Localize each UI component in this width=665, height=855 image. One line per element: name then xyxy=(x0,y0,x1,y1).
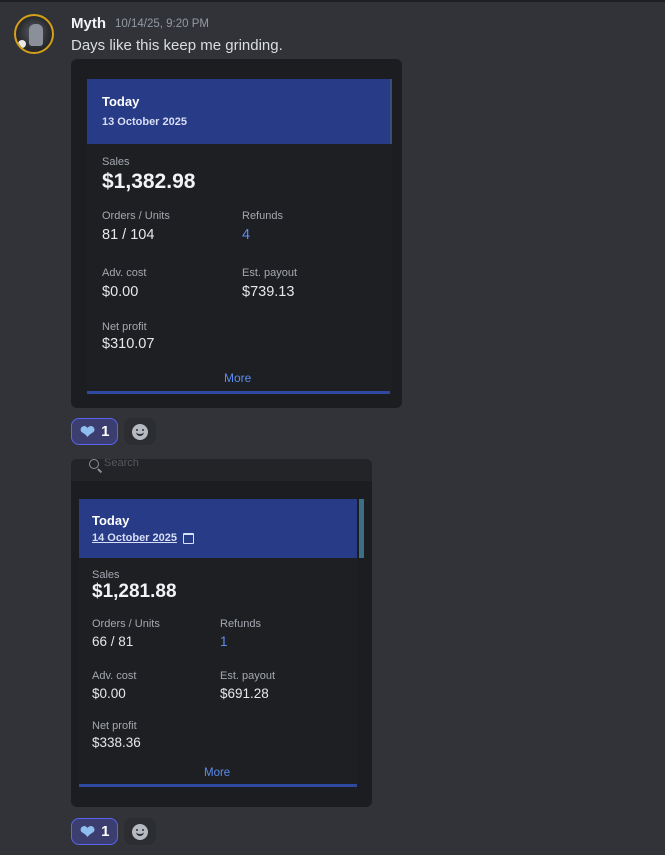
reactions-row: ❤ 1 xyxy=(71,418,157,445)
card-header: Today 14 October 2025 xyxy=(79,499,357,558)
heart-icon: ❤ xyxy=(80,821,96,842)
dashboard-card: Today 14 October 2025 Sales $1,281.88 Or… xyxy=(79,499,357,787)
header-date: 14 October 2025 xyxy=(92,532,194,544)
search-placeholder: Search xyxy=(104,459,139,469)
search-icon xyxy=(89,459,99,469)
orders-label: Orders / Units xyxy=(102,210,170,222)
avatar-figure xyxy=(29,24,43,46)
refunds-label: Refunds xyxy=(242,210,283,222)
calendar-icon xyxy=(183,532,194,544)
more-link: More xyxy=(204,767,231,779)
timestamp: 10/14/25, 9:20 PM xyxy=(115,18,209,30)
sales-value: $1,382.98 xyxy=(102,170,196,193)
net-profit-value: $310.07 xyxy=(102,336,155,352)
heart-icon: ❤ xyxy=(80,421,96,442)
adv-cost-value: $0.00 xyxy=(92,686,126,701)
est-payout-label: Est. payout xyxy=(220,670,276,682)
smile-icon xyxy=(132,823,149,840)
dashboard-card: Today 13 October 2025 Sales $1,382.98 Or… xyxy=(87,79,392,395)
sales-label: Sales xyxy=(92,569,120,581)
adv-cost-label: Adv. cost xyxy=(92,670,137,682)
est-payout-value: $691.28 xyxy=(220,686,269,701)
header-date: 13 October 2025 xyxy=(102,116,187,128)
adv-cost-label: Adv. cost xyxy=(102,267,147,279)
est-payout-label: Est. payout xyxy=(242,267,298,279)
bottom-bar xyxy=(79,784,357,787)
scroll-edge xyxy=(390,79,392,144)
header-title: Today xyxy=(92,513,130,528)
add-reaction-button[interactable] xyxy=(124,418,157,445)
top-divider xyxy=(0,0,665,2)
card-header: Today 13 October 2025 xyxy=(87,79,390,144)
message-text: Days like this keep me grinding. xyxy=(71,37,283,54)
smile-icon xyxy=(132,423,149,440)
image-attachment-2[interactable]: Search Today 14 October 2025 Sales $1,28… xyxy=(71,459,372,807)
orders-label: Orders / Units xyxy=(92,618,160,630)
more-link: More xyxy=(224,371,252,385)
net-profit-label: Net profit xyxy=(92,720,137,732)
refunds-value: 4 xyxy=(242,227,251,243)
sales-value: $1,281.88 xyxy=(92,581,177,602)
avatar-accent xyxy=(18,40,26,48)
reactions-row: ❤ 1 xyxy=(71,818,157,845)
net-profit-value: $338.36 xyxy=(92,735,141,750)
reaction-heart[interactable]: ❤ 1 xyxy=(71,818,119,845)
refunds-label: Refunds xyxy=(220,618,261,630)
refunds-value: 1 xyxy=(220,634,228,649)
bottom-bar xyxy=(87,391,390,394)
orders-value: 81 / 104 xyxy=(102,227,155,243)
est-payout-value: $739.13 xyxy=(242,284,295,300)
reaction-heart[interactable]: ❤ 1 xyxy=(71,418,119,445)
username[interactable]: Myth xyxy=(71,15,106,32)
reaction-count: 1 xyxy=(101,823,110,840)
sales-label: Sales xyxy=(102,156,130,168)
scroll-edge xyxy=(359,499,364,558)
reaction-count: 1 xyxy=(101,423,110,440)
add-reaction-button[interactable] xyxy=(124,818,157,845)
header-date-text: 14 October 2025 xyxy=(92,532,177,544)
avatar[interactable] xyxy=(14,14,54,54)
net-profit-label: Net profit xyxy=(102,321,147,333)
image-attachment-1[interactable]: Today 13 October 2025 Sales $1,382.98 Or… xyxy=(71,59,402,408)
search-bar: Search xyxy=(71,459,372,481)
header-title: Today xyxy=(102,94,140,109)
orders-value: 66 / 81 xyxy=(92,634,134,649)
adv-cost-value: $0.00 xyxy=(102,284,139,300)
